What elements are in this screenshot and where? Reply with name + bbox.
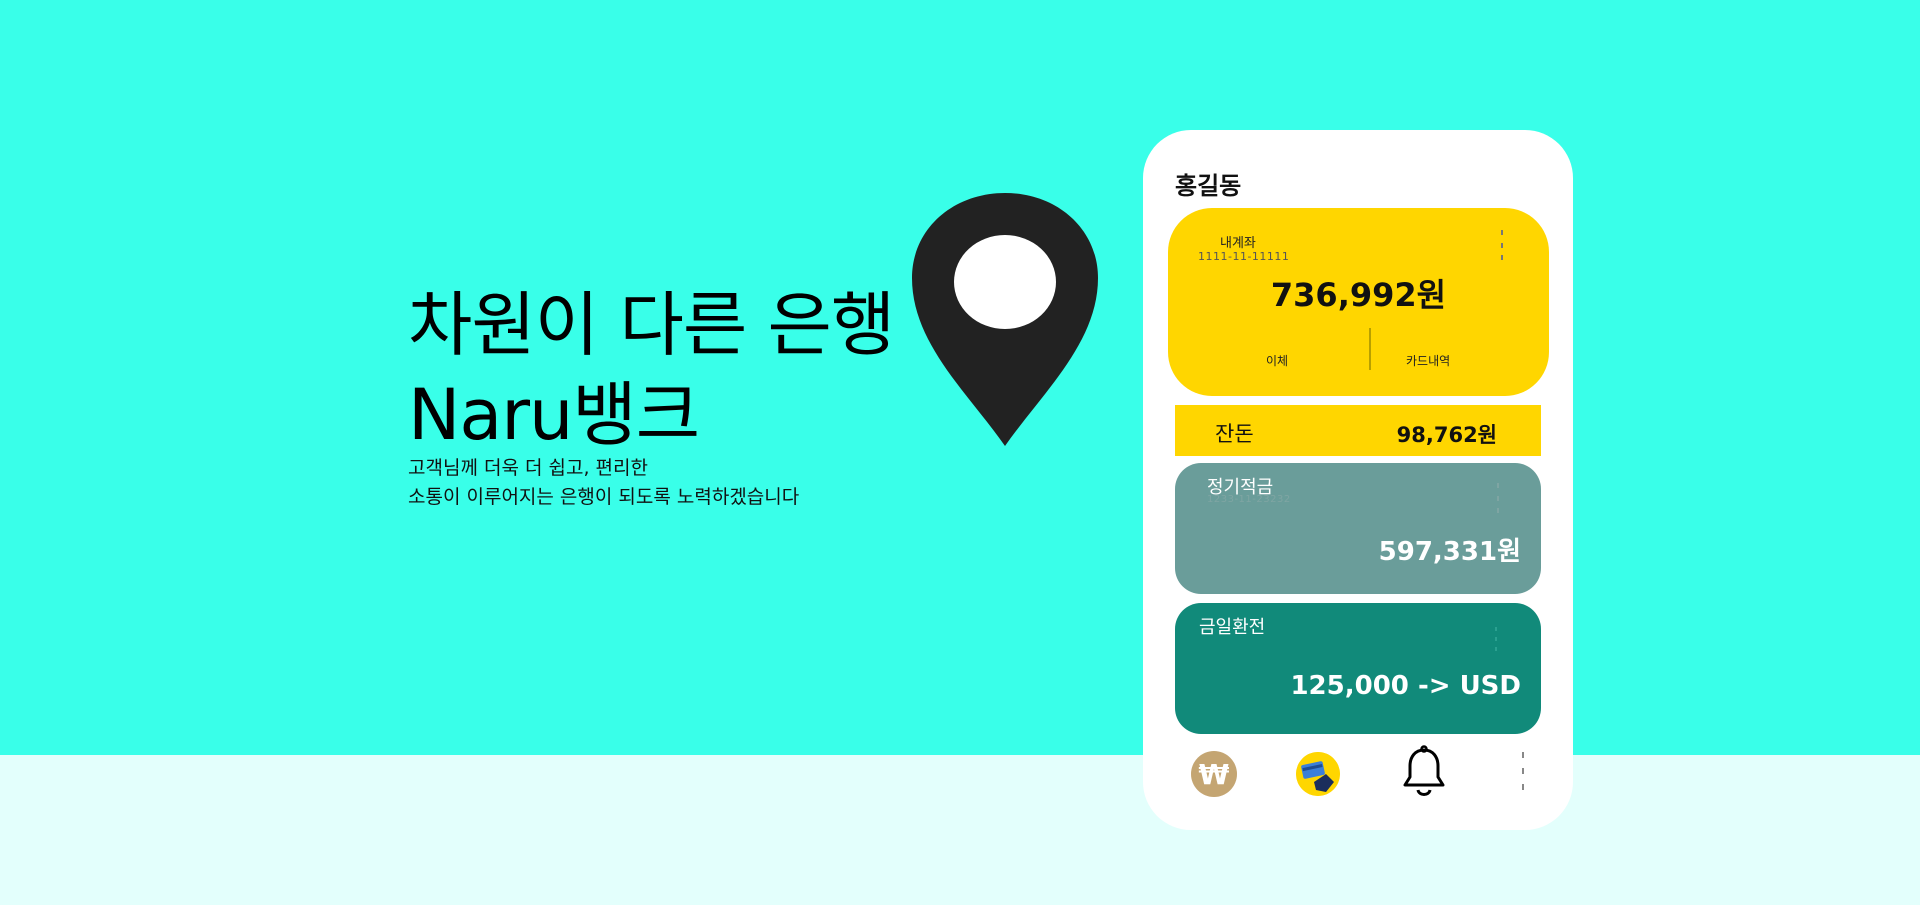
- hero-title: 차원이 다른 은행 Naru뱅크: [408, 280, 895, 460]
- main-account-number: 1111-11-11111: [1198, 250, 1290, 263]
- savings-more-icon[interactable]: [1495, 483, 1501, 513]
- exchange-name: 금일환전: [1199, 617, 1266, 638]
- card-icon[interactable]: [1296, 752, 1340, 796]
- change-balance-strip[interactable]: 잔돈 98,762원: [1175, 405, 1541, 456]
- transfer-button[interactable]: 이체: [1266, 352, 1288, 369]
- bell-icon[interactable]: [1401, 745, 1447, 801]
- hero-subtitle: 고객님께 더욱 더 쉽고, 편리한 소통이 이루어지는 은행이 되도록 노력하겠…: [408, 454, 799, 512]
- bottom-band: [0, 755, 1920, 905]
- hero-subtitle-line-2: 소통이 이루어지는 은행이 되도록 노력하겠습니다: [408, 486, 800, 508]
- main-account-card[interactable]: 내계좌 1111-11-11111 736,992원 이체 카드내역: [1168, 208, 1549, 396]
- savings-card[interactable]: 정기적금 1233-11-23232 597,331원: [1175, 463, 1541, 594]
- change-balance-label: 잔돈: [1215, 422, 1254, 446]
- won-icon[interactable]: ₩: [1191, 751, 1237, 797]
- hero-subtitle-line-1: 고객님께 더욱 더 쉽고, 편리한: [408, 457, 648, 479]
- exchange-amount: 125,000 -> USD: [1290, 671, 1521, 701]
- change-balance-value: 98,762원: [1396, 423, 1497, 447]
- exchange-card[interactable]: 금일환전 125,000 -> USD: [1175, 603, 1541, 734]
- phone-mockup: 홍길동 내계좌 1111-11-11111 736,992원 이체 카드내역 잔…: [1143, 130, 1573, 830]
- exchange-more-icon[interactable]: [1493, 627, 1499, 651]
- location-pin-icon: [912, 193, 1098, 446]
- hero-title-line-2: Naru뱅크: [408, 374, 700, 456]
- hero-title-line-1: 차원이 다른 은행: [408, 284, 895, 366]
- savings-amount: 597,331원: [1378, 537, 1521, 567]
- user-name: 홍길동: [1175, 172, 1242, 200]
- main-account-amount: 736,992원: [1270, 276, 1447, 314]
- card-history-button[interactable]: 카드내역: [1406, 352, 1450, 369]
- savings-account-number: 1233-11-23232: [1207, 494, 1291, 505]
- main-account-name: 내계좌: [1220, 236, 1256, 251]
- card-divider: [1369, 328, 1371, 370]
- more-vertical-icon[interactable]: [1520, 752, 1526, 790]
- main-account-more-icon[interactable]: [1499, 230, 1505, 260]
